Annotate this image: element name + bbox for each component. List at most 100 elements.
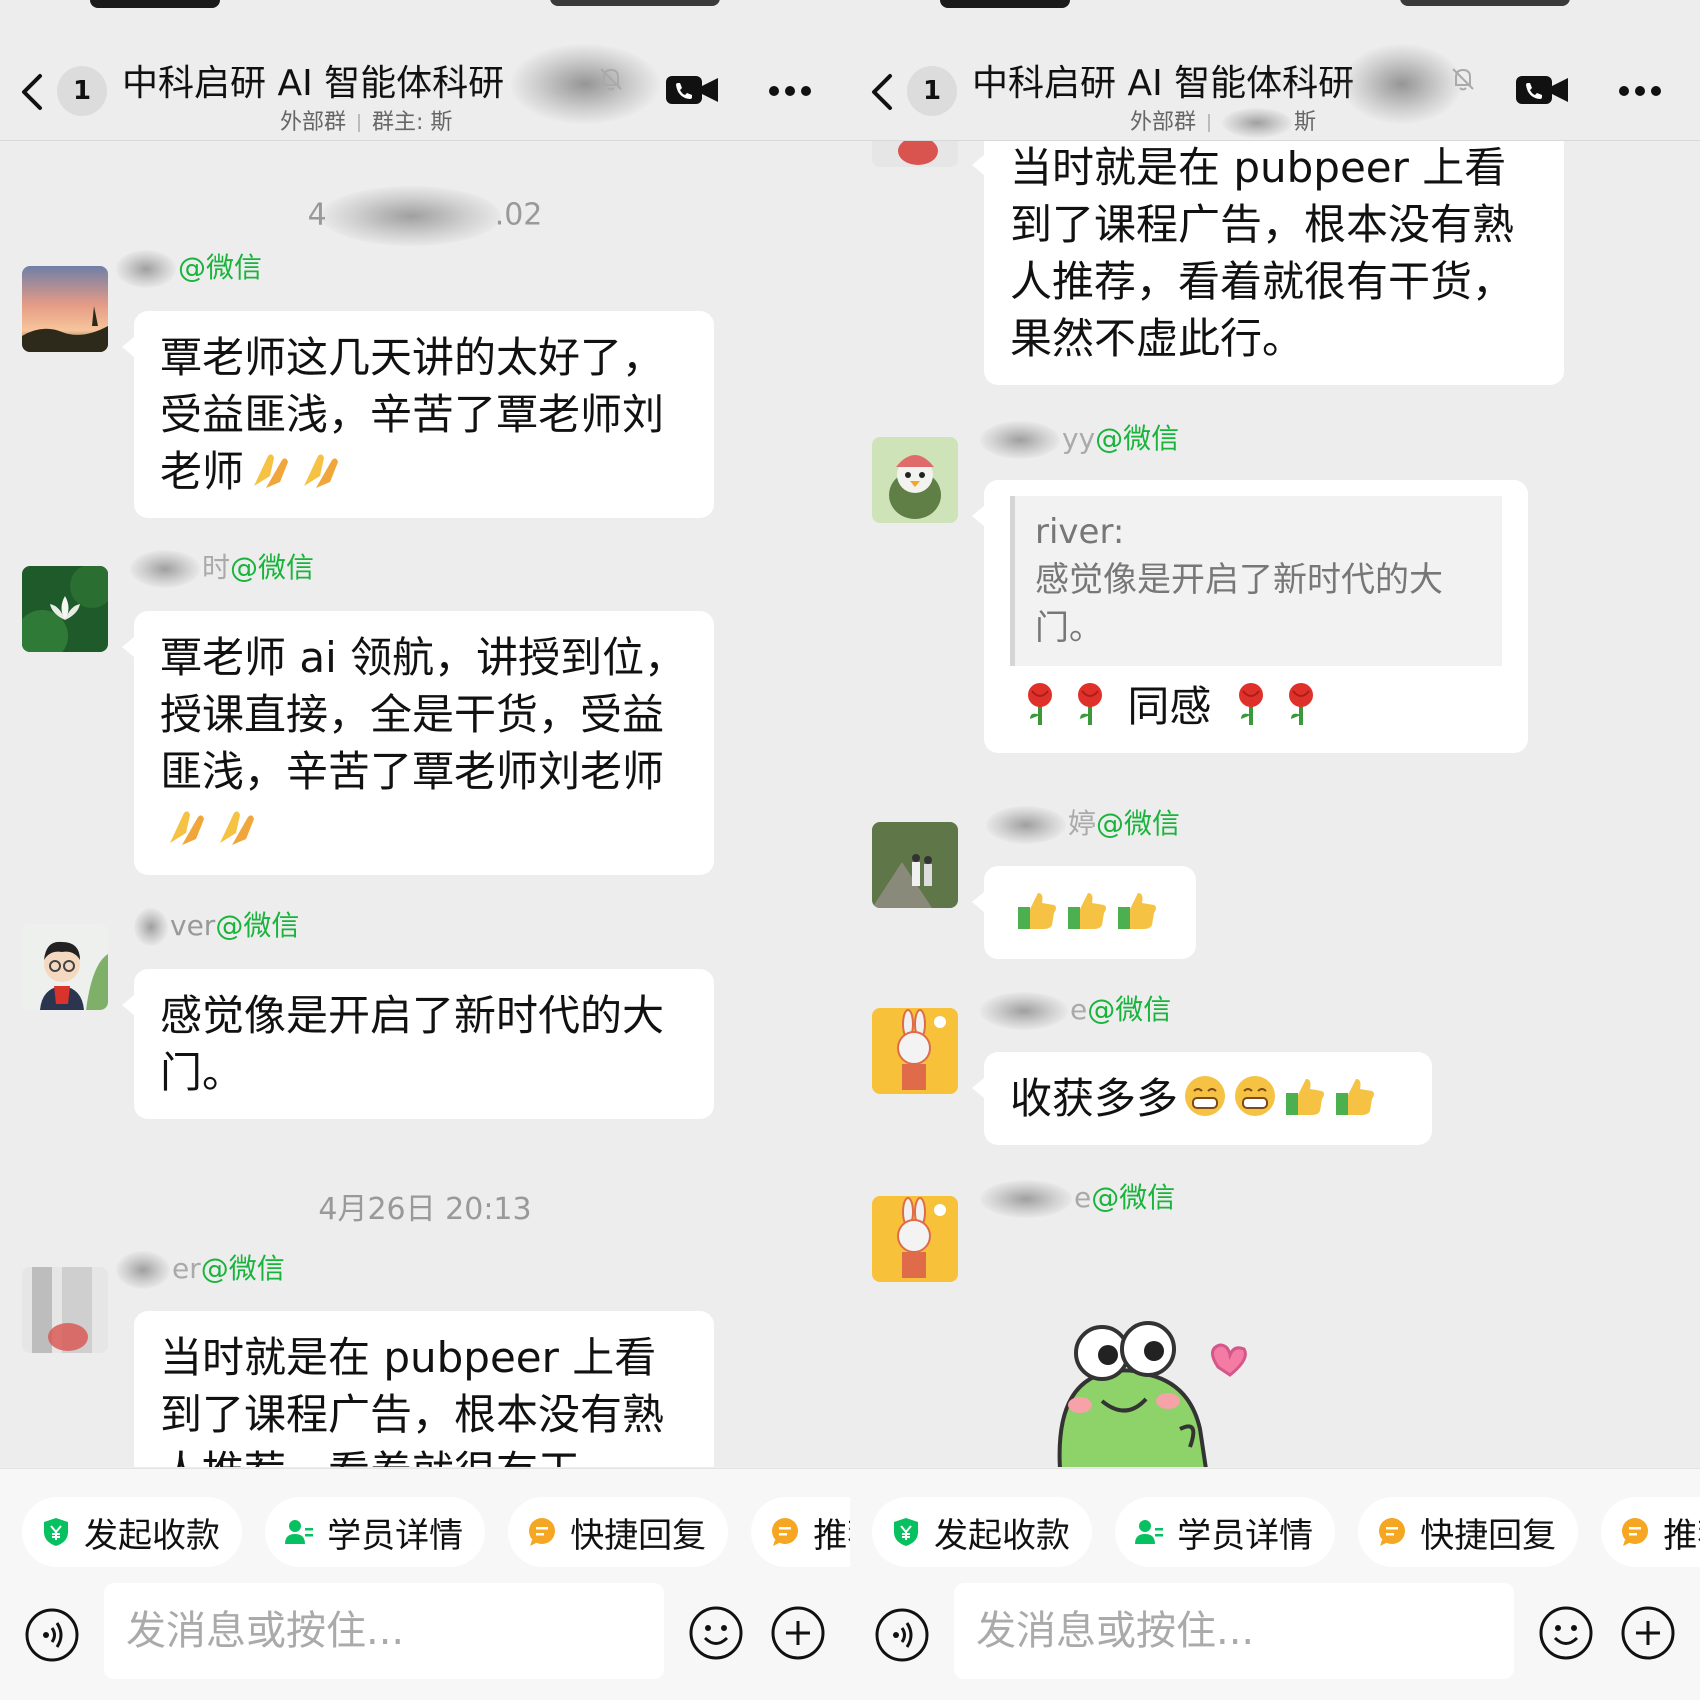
quoted-message[interactable]: river: 感觉像是开启了新时代的大门。 [1010, 496, 1502, 666]
shield-yen-icon [894, 1518, 918, 1546]
chat-header: 1 中科启研 AI 智能体科研 外部群 群主: 斯 [0, 40, 850, 141]
avatar-rabbit-cartoon[interactable] [872, 1008, 958, 1094]
avatar-blurred[interactable] [872, 141, 958, 167]
chip-student-details[interactable]: 学员详情 [1115, 1497, 1336, 1567]
sender-visible: er [172, 1252, 201, 1285]
chip-recommend[interactable]: 推荐 [1601, 1497, 1700, 1567]
unread-badge[interactable]: 1 [907, 66, 957, 116]
redaction-smudge [980, 992, 1068, 1030]
avatar-lotus[interactable] [22, 566, 108, 652]
chat-screenshot-left: 1 中科启研 AI 智能体科研 外部群 群主: 斯 4.02 @微信 覃老师这几天… [0, 0, 850, 1700]
timestamp-divider: 4月26日 20:13 [318, 1192, 532, 1227]
group-type-label: 外部群 [1130, 110, 1197, 135]
chip-collect-payment[interactable]: 发起收款 [22, 1497, 242, 1567]
thumbs-up-emoji [1336, 1079, 1375, 1115]
redaction-smudge [980, 421, 1060, 459]
redaction-smudge [980, 1180, 1072, 1218]
message-list[interactable]: 当时就是在 pubpeer 上看到了课程广告，根本没有熟人推荐，看着就很有干货，… [850, 141, 1700, 1467]
group-type-label: 外部群 [280, 110, 347, 135]
quote-author: river: [1035, 512, 1125, 552]
redaction-smudge [134, 908, 168, 946]
sender-suffix: @微信 [1096, 807, 1181, 840]
back-arrow-icon[interactable] [868, 72, 896, 112]
chip-label: 快捷回复 [1420, 1515, 1557, 1556]
avatar-sunset[interactable] [22, 266, 108, 352]
message-text: 当时就是在 pubpeer 上看到了课程广告，根本没有熟人推荐，看着就很有干 [160, 1333, 665, 1467]
sender-suffix: @微信 [1095, 422, 1180, 455]
video-call-icon[interactable] [1514, 70, 1570, 110]
chat-bubble-icon [772, 1518, 799, 1546]
frog-heart-sticker[interactable] [1050, 1309, 1250, 1467]
message-bubble[interactable]: 当时就是在 pubpeer 上看到了课程广告，根本没有熟人推荐，看着就很有干 [134, 1311, 714, 1467]
voice-input-icon[interactable] [24, 1607, 80, 1663]
chat-subtitle: 外部群 群主: 斯 [280, 104, 500, 136]
chip-label: 发起收款 [84, 1515, 220, 1556]
rose-emoji [1288, 683, 1313, 725]
message-input[interactable]: 发消息或按住... [104, 1583, 664, 1679]
unread-badge[interactable]: 1 [57, 66, 107, 116]
chat-bubble-icon [529, 1518, 556, 1546]
message-bubble[interactable]: 收获多多 [972, 1052, 1432, 1145]
sender-visible: e [1074, 1181, 1092, 1214]
plus-icon[interactable] [1620, 1605, 1676, 1661]
sender-name: 时@微信 [130, 546, 314, 588]
chip-label: 学员详情 [327, 1515, 464, 1556]
chip-quick-reply[interactable]: 快捷回复 [508, 1497, 729, 1567]
message-bubble[interactable] [972, 866, 1196, 959]
more-options-icon[interactable] [768, 85, 812, 97]
subtitle-separator [1208, 114, 1211, 132]
more-options-icon[interactable] [1618, 85, 1662, 97]
message-bubble[interactable]: river: 感觉像是开启了新时代的大门。 同感 [972, 480, 1528, 753]
grin-emoji [1185, 1076, 1226, 1116]
status-icons [1400, 0, 1570, 6]
redaction-smudge [986, 806, 1066, 844]
message-text: 感觉像是开启了新时代的大门。 [160, 991, 665, 1097]
sender-visible: yy [1062, 422, 1096, 455]
chip-quick-reply[interactable]: 快捷回复 [1358, 1497, 1579, 1567]
chip-label: 推荐 [813, 1515, 850, 1556]
praying-hands-emoji [220, 811, 254, 845]
message-bubble[interactable]: 感觉像是开启了新时代的大门。 [122, 969, 714, 1119]
redaction-smudge [1222, 108, 1293, 138]
avatar-penguin-cartoon[interactable] [872, 437, 958, 523]
message-bubble[interactable]: 覃老师这几天讲的太好了，受益匪浅，辛苦了覃老师刘老师 [122, 311, 714, 518]
person-list-icon [1135, 1520, 1164, 1544]
sender-name: 婷@微信 [986, 802, 1180, 844]
plus-icon[interactable] [770, 1605, 826, 1661]
thumbs-up-emoji [1068, 893, 1106, 929]
group-owner-label: 群主: 斯 [372, 110, 453, 135]
avatar-rabbit-cartoon[interactable] [872, 1196, 958, 1282]
video-call-icon[interactable] [664, 70, 720, 110]
shield-yen-icon [44, 1518, 68, 1546]
chip-collect-payment[interactable]: 发起收款 [872, 1497, 1092, 1567]
message-input[interactable]: 发消息或按住... [954, 1583, 1514, 1679]
back-arrow-icon[interactable] [18, 72, 46, 112]
chip-student-details[interactable]: 学员详情 [265, 1497, 486, 1567]
bottom-toolbar: 发起收款 学员详情 快捷回复 推荐 发消息或按住... [850, 1468, 1700, 1700]
message-text: 收获多多 [1010, 1074, 1179, 1123]
avatar-outdoor-photo[interactable] [872, 822, 958, 908]
redaction-smudge [1342, 44, 1462, 124]
timestamp-divider: 4.02 [0, 186, 850, 246]
emoji-icon[interactable] [1538, 1605, 1594, 1661]
emoji-icon[interactable] [688, 1605, 744, 1661]
avatar-blurred[interactable] [22, 1267, 108, 1353]
sender-suffix: @微信 [1087, 993, 1172, 1026]
chat-subtitle: 外部群 斯 [1130, 104, 1350, 138]
avatar-cartoon-man[interactable] [22, 924, 108, 1010]
voice-input-icon[interactable] [874, 1607, 930, 1663]
message-list[interactable]: 4.02 @微信 覃老师这几天讲的太好了，受益匪浅，辛苦了覃老师刘老师 时@微信… [0, 141, 850, 1467]
input-row: 发消息或按住... [0, 1583, 850, 1683]
group-owner-label: 斯 [1294, 110, 1317, 135]
message-bubble[interactable]: 覃老师 ai 领航，讲授到位，授课直接，全是干货，受益匪浅，辛苦了覃老师刘老师 [122, 611, 714, 875]
sender-suffix: @微信 [1091, 1181, 1176, 1214]
rose-emoji [1078, 683, 1102, 725]
chip-recommend[interactable]: 推荐 [751, 1497, 850, 1567]
sender-name: e@微信 [980, 988, 1171, 1030]
message-text: 同感 [1127, 682, 1212, 731]
redaction-smudge [510, 44, 660, 124]
person-list-icon [285, 1520, 314, 1544]
input-row: 发消息或按住... [850, 1583, 1700, 1683]
rose-emoji [1028, 683, 1052, 725]
message-bubble[interactable]: 当时就是在 pubpeer 上看到了课程广告，根本没有熟人推荐，看着就很有干货，… [972, 141, 1564, 385]
